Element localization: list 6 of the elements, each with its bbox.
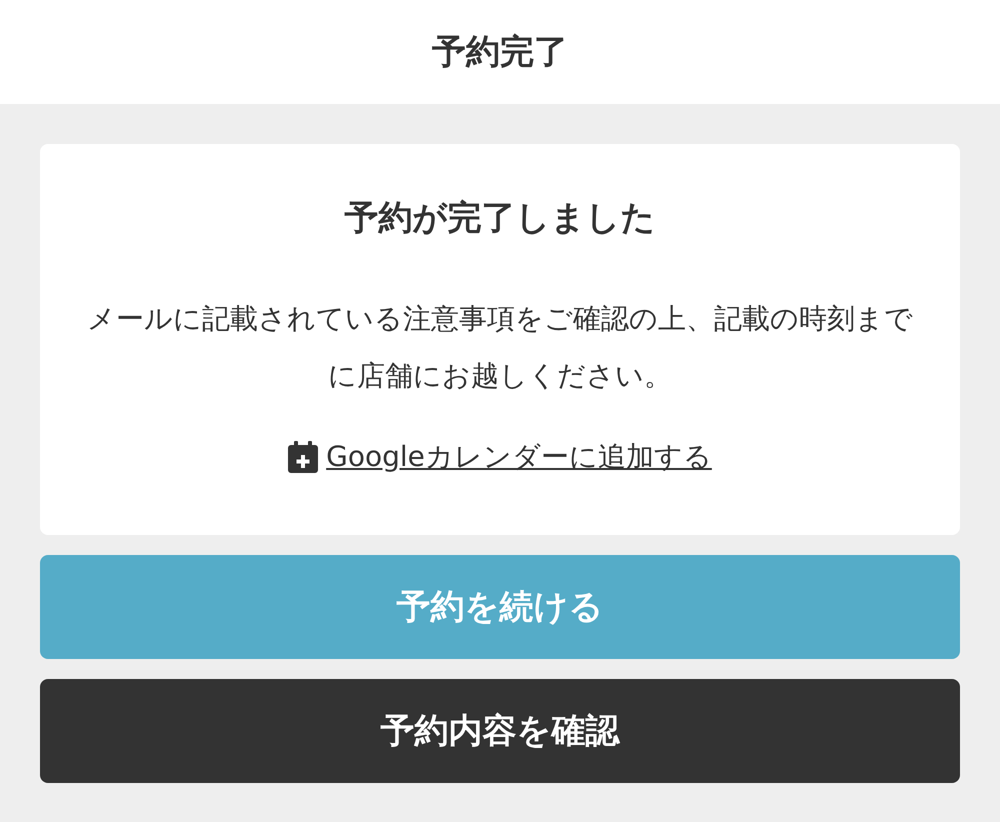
calendar-link[interactable]: Googleカレンダーに追加する — [326, 436, 712, 478]
action-button[interactable]: 予約内容を確認 — [40, 679, 960, 783]
calendar-add-icon — [288, 441, 318, 473]
card-heading: 予約が完了しました — [344, 197, 656, 240]
page-title: 予約完了 — [432, 30, 568, 74]
instruction-text: メールに記載されている注意事項をご確認の上、記載の時刻までに店舗にお越しください。 — [86, 301, 914, 394]
